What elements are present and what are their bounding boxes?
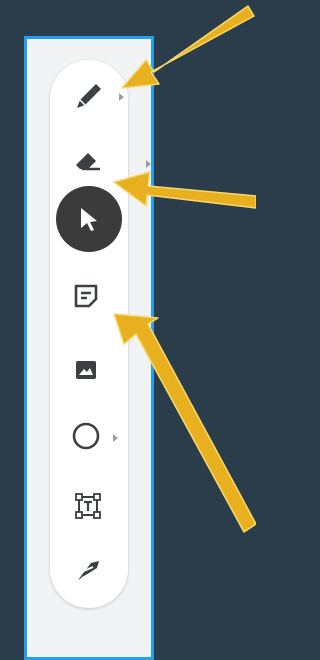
select-cursor-icon — [81, 208, 97, 231]
eraser-tool-button[interactable] — [66, 138, 110, 182]
eraser-submenu-caret-icon[interactable] — [146, 160, 152, 168]
text-box-icon — [75, 493, 101, 519]
shape-tool-button[interactable] — [64, 414, 108, 458]
sticky-note-tool-button[interactable] — [64, 274, 108, 318]
image-tool-button[interactable] — [64, 348, 108, 392]
eraser-icon — [76, 153, 100, 171]
pen-tool-button[interactable] — [66, 74, 110, 118]
laser-pointer-icon — [78, 561, 99, 580]
image-icon — [76, 361, 96, 379]
sticky-note-icon — [74, 284, 98, 308]
pen-submenu-caret-icon[interactable] — [119, 93, 125, 101]
shape-submenu-caret-icon[interactable] — [113, 434, 119, 442]
select-tool-button[interactable] — [56, 186, 122, 252]
laser-pointer-tool-button[interactable] — [66, 548, 110, 592]
pen-icon — [77, 84, 101, 108]
text-box-tool-button[interactable] — [66, 484, 110, 528]
circle-shape-icon — [72, 422, 100, 450]
